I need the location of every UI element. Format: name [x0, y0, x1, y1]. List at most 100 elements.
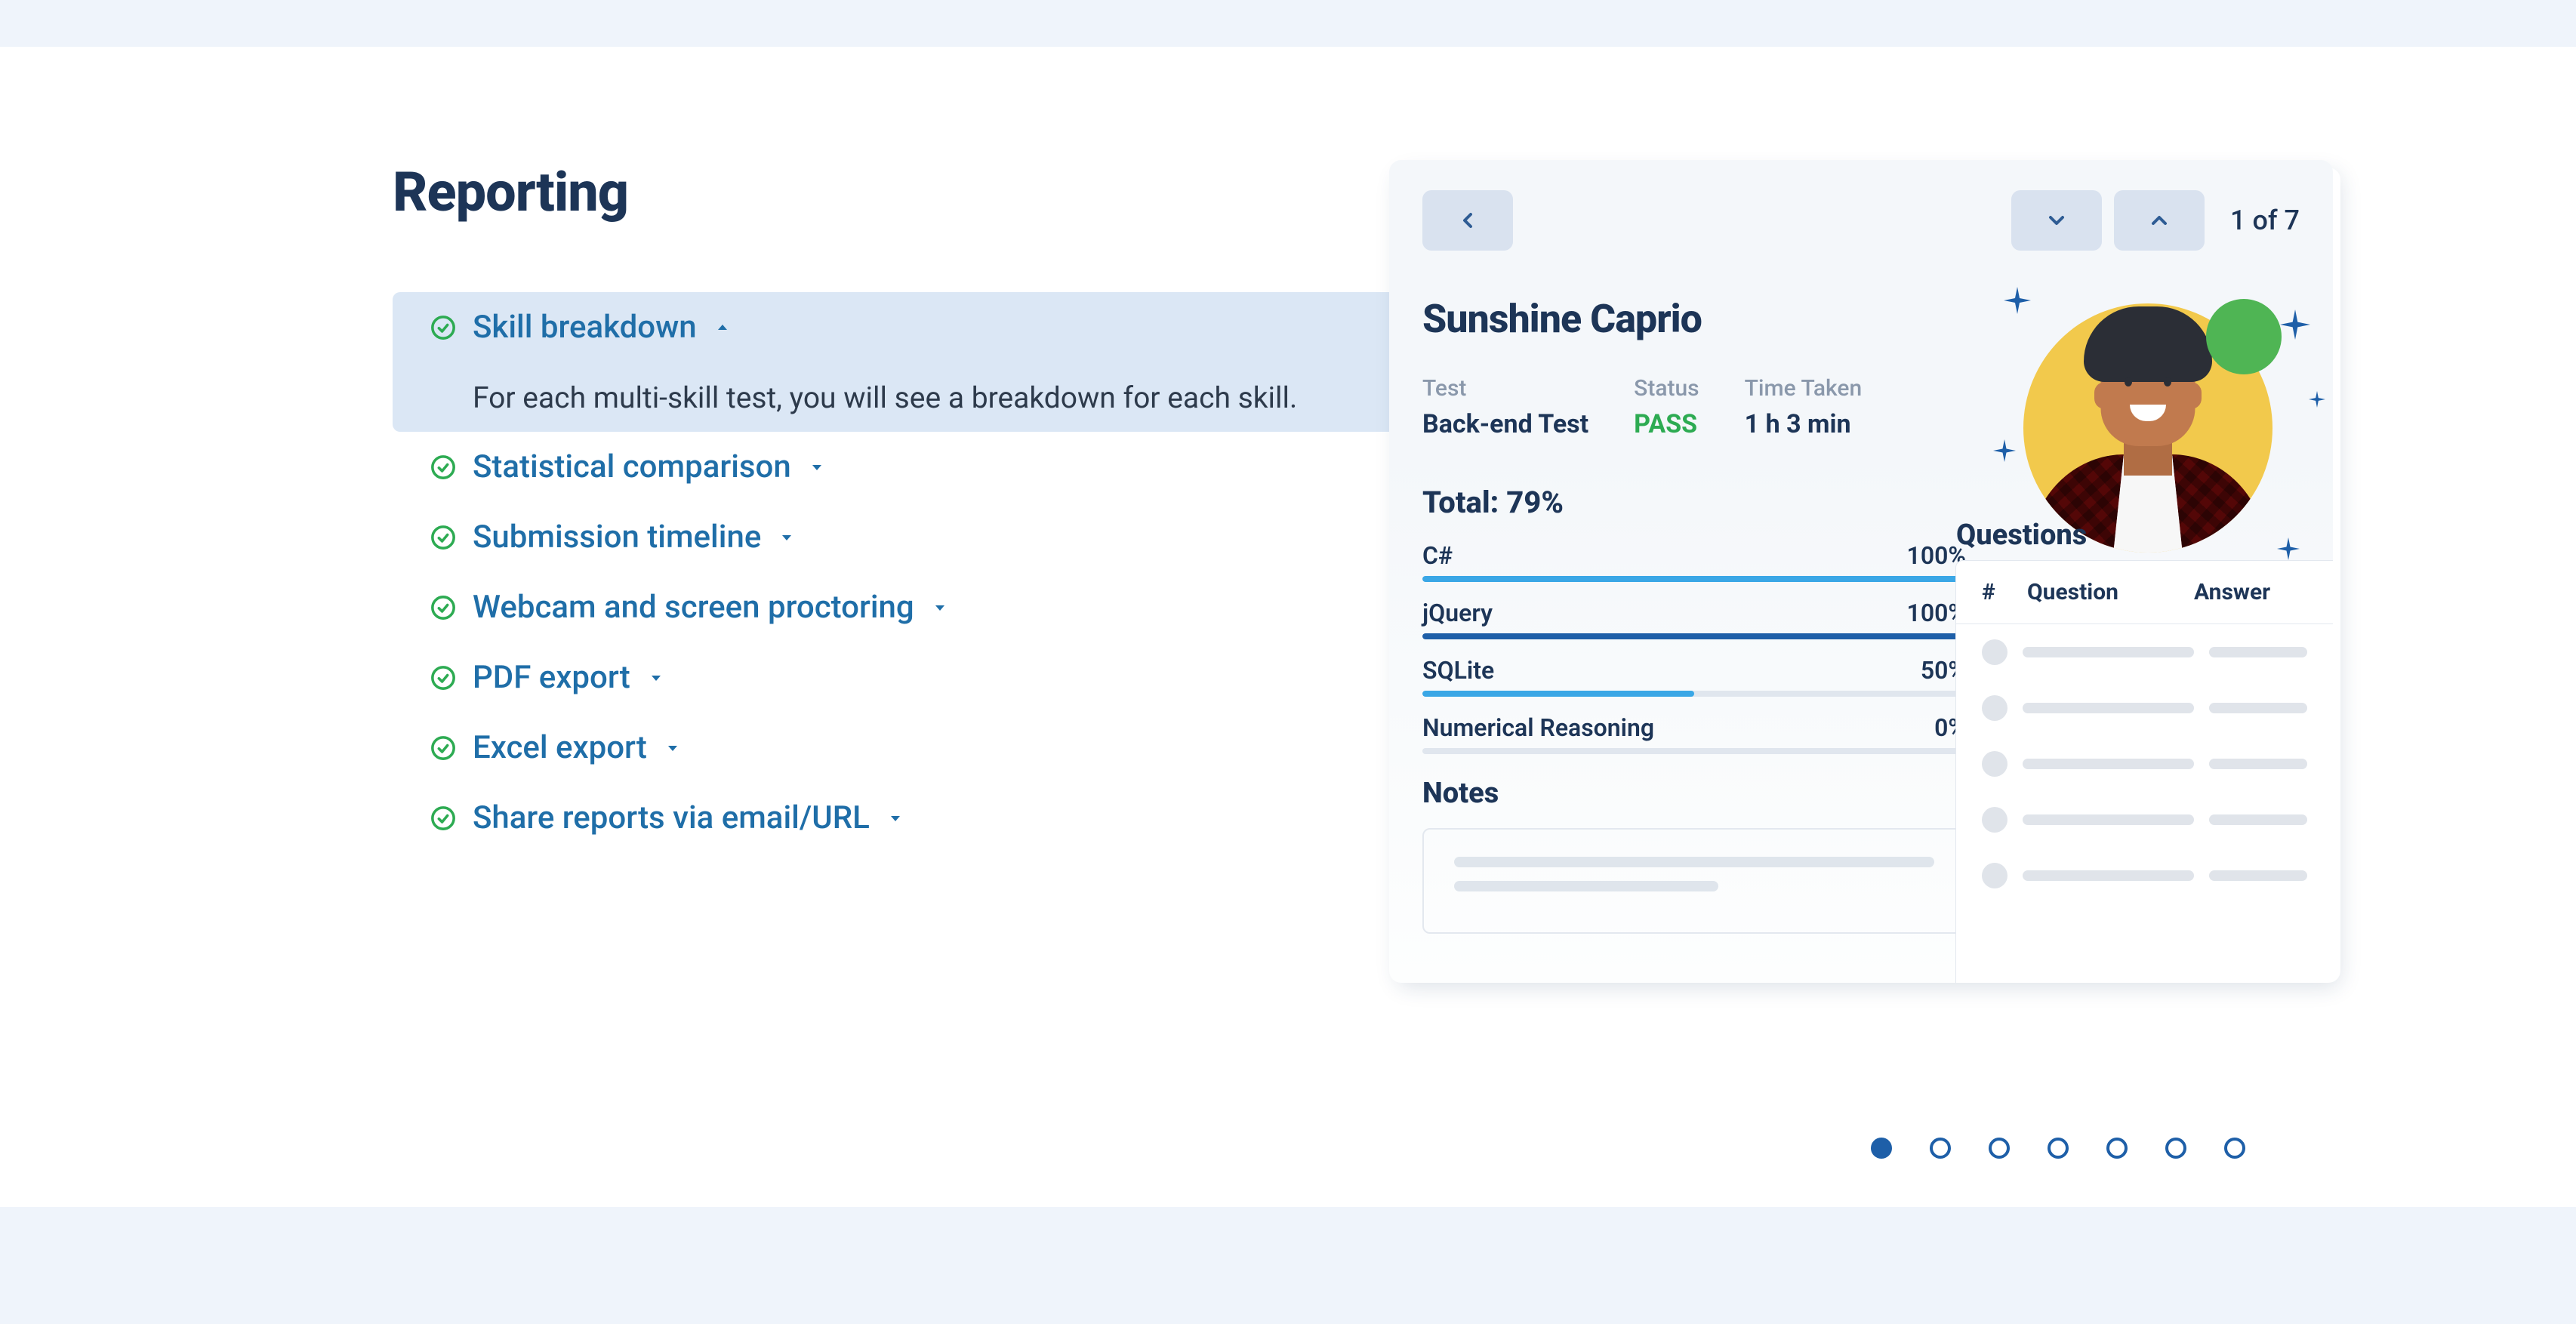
meta-value: PASS — [1634, 409, 1699, 439]
placeholder-line — [2023, 814, 2194, 825]
caret-down-icon — [808, 458, 826, 476]
check-circle-icon — [430, 315, 456, 340]
placeholder-line — [1454, 857, 1934, 867]
meta-value: Back-end Test — [1422, 409, 1588, 439]
chevron-left-icon — [1456, 208, 1480, 232]
questions-heading: Questions — [1956, 519, 2087, 552]
check-circle-icon — [430, 595, 456, 620]
notes-heading: Notes — [1422, 777, 1966, 810]
question-row — [1956, 680, 2333, 736]
feature-label: Skill breakdown — [473, 309, 697, 346]
placeholder-line — [2023, 647, 2194, 657]
check-circle-icon — [430, 525, 456, 550]
section-heading: Reporting — [393, 160, 1389, 224]
carousel-dots — [1871, 1138, 2245, 1159]
placeholder-line — [1454, 881, 1718, 891]
placeholder-line — [2209, 647, 2307, 657]
feature-item-share-reports-via-email-url[interactable]: Share reports via email/URL — [393, 783, 1389, 853]
qhead-answer: Answer — [2194, 579, 2307, 605]
prev-result-button[interactable] — [2114, 190, 2205, 251]
placeholder-line — [2023, 870, 2194, 881]
skill-name: C# — [1422, 541, 1453, 570]
caret-down-icon — [647, 669, 665, 687]
placeholder-circle — [1982, 863, 2007, 888]
check-circle-icon — [430, 805, 456, 831]
sparkle-icon — [2280, 309, 2310, 340]
carousel-dot-4[interactable] — [2048, 1138, 2069, 1159]
placeholder-line — [2023, 703, 2194, 713]
sparkle-icon — [2004, 287, 2031, 314]
status-presence-dot — [2206, 299, 2282, 374]
meta-label: Time Taken — [1745, 375, 1863, 402]
feature-label: PDF export — [473, 659, 630, 696]
skill-bar — [1422, 633, 1966, 639]
candidate-report-card: 1 of 7 Sunshine Caprio Test Back-end Tes… — [1389, 160, 2333, 983]
placeholder-circle — [1982, 639, 2007, 665]
meta-value: 1 h 3 min — [1745, 409, 1863, 439]
carousel-dot-2[interactable] — [1930, 1138, 1951, 1159]
feature-label: Webcam and screen proctoring — [473, 589, 914, 626]
placeholder-line — [2209, 870, 2307, 881]
notes-box — [1422, 828, 1966, 934]
total-score: Total: 79% — [1422, 485, 1966, 520]
feature-label: Statistical comparison — [473, 448, 791, 485]
page-indicator: 1 of 7 — [2230, 205, 2300, 236]
sparkle-icon — [2309, 391, 2325, 408]
feature-item-pdf-export[interactable]: PDF export — [393, 642, 1389, 713]
placeholder-circle — [1982, 751, 2007, 777]
chevron-up-icon — [2147, 208, 2171, 232]
skill-row: SQLite50% — [1422, 656, 1966, 685]
feature-item-excel-export[interactable]: Excel export — [393, 713, 1389, 783]
caret-down-icon — [931, 599, 949, 617]
feature-item-statistical-comparison[interactable]: Statistical comparison — [393, 432, 1389, 502]
carousel-dot-1[interactable] — [1871, 1138, 1892, 1159]
sparkle-icon — [1993, 439, 2016, 462]
qhead-num: # — [1982, 579, 2027, 605]
skill-name: jQuery — [1422, 599, 1493, 627]
carousel-dot-3[interactable] — [1989, 1138, 2010, 1159]
feature-item-webcam-and-screen-proctoring[interactable]: Webcam and screen proctoring — [393, 572, 1389, 642]
carousel-dot-6[interactable] — [2165, 1138, 2186, 1159]
questions-panel: Questions # Question Answer — [1955, 560, 2333, 983]
meta-time: Time Taken 1 h 3 min — [1745, 375, 1863, 439]
feature-item-skill-breakdown[interactable]: Skill breakdown For each multi-skill test… — [393, 292, 1389, 432]
skill-bar — [1422, 576, 1966, 582]
meta-test: Test Back-end Test — [1422, 375, 1588, 439]
caret-up-icon — [713, 319, 732, 337]
skill-bar — [1422, 691, 1966, 697]
skill-row: jQuery100% — [1422, 599, 1966, 627]
caret-down-icon — [886, 809, 904, 827]
carousel-dot-5[interactable] — [2106, 1138, 2128, 1159]
skill-row: C#100% — [1422, 541, 1966, 570]
feature-label: Share reports via email/URL — [473, 799, 870, 836]
chevron-down-icon — [2044, 208, 2069, 232]
question-row — [1956, 792, 2333, 848]
reporting-section: Reporting Skill breakdown For each multi-… — [393, 160, 1389, 1207]
caret-down-icon — [664, 739, 682, 757]
sparkle-icon — [2277, 537, 2300, 560]
back-button[interactable] — [1422, 190, 1513, 251]
feature-description: For each multi-skill test, you will see … — [430, 380, 1351, 415]
caret-down-icon — [778, 528, 796, 547]
meta-status: Status PASS — [1634, 375, 1699, 439]
question-row — [1956, 848, 2333, 904]
check-circle-icon — [430, 665, 456, 691]
skill-name: Numerical Reasoning — [1422, 713, 1654, 742]
placeholder-circle — [1982, 807, 2007, 833]
candidate-name: Sunshine Caprio — [1422, 296, 1966, 342]
placeholder-line — [2209, 759, 2307, 769]
skill-name: SQLite — [1422, 656, 1494, 685]
feature-label: Submission timeline — [473, 519, 761, 556]
feature-item-submission-timeline[interactable]: Submission timeline — [393, 502, 1389, 572]
placeholder-circle — [1982, 695, 2007, 721]
next-result-button[interactable] — [2011, 190, 2102, 251]
placeholder-line — [2023, 759, 2194, 769]
meta-label: Status — [1634, 375, 1699, 402]
carousel-dot-7[interactable] — [2224, 1138, 2245, 1159]
placeholder-line — [2209, 814, 2307, 825]
meta-label: Test — [1422, 375, 1588, 402]
feature-label: Excel export — [473, 729, 647, 766]
placeholder-line — [2209, 703, 2307, 713]
check-circle-icon — [430, 735, 456, 761]
qhead-question: Question — [2027, 579, 2194, 605]
